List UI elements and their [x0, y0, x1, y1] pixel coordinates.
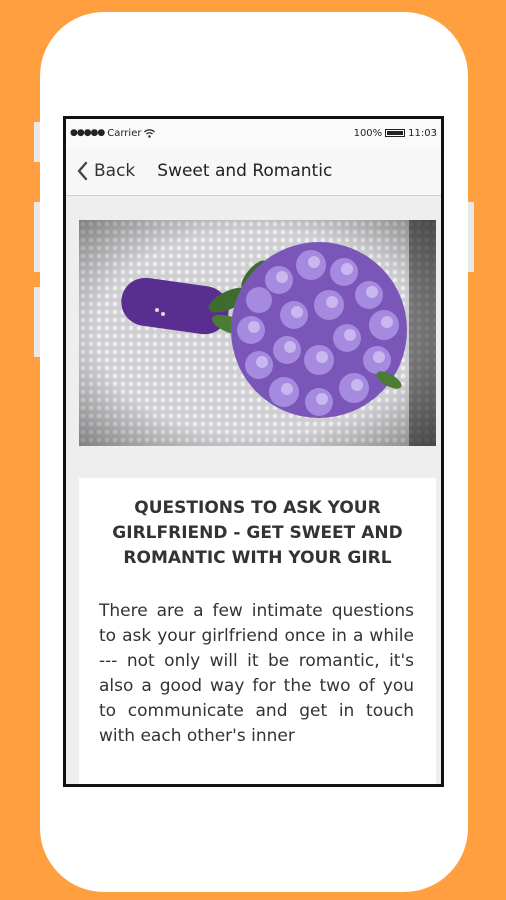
status-bar: ●●●●● Carrier 100% 11:03 [66, 119, 441, 147]
content-area[interactable]: QUESTIONS TO ASK YOUR GIRLFRIEND - GET S… [66, 196, 441, 784]
article-card: QUESTIONS TO ASK YOUR GIRLFRIEND - GET S… [79, 478, 436, 784]
back-button[interactable]: Back [76, 161, 135, 181]
article-title: QUESTIONS TO ASK YOUR GIRLFRIEND - GET S… [112, 498, 403, 568]
back-label: Back [94, 161, 136, 181]
page-title: Sweet and Romantic [157, 161, 333, 181]
article-body: There are a few intimate questions to as… [99, 601, 414, 746]
clock: 11:03 [408, 127, 437, 139]
phone-side-button [34, 202, 40, 272]
phone-screen: ●●●●● Carrier 100% 11:03 Back Sweet and … [63, 116, 444, 787]
phone-side-button [34, 122, 40, 162]
wifi-icon [144, 128, 156, 138]
bouquet-image [79, 220, 436, 446]
phone-side-button [34, 287, 40, 357]
phone-power-button [468, 202, 474, 272]
battery-percent: 100% [353, 127, 383, 139]
signal-dots-icon: ●●●●● [70, 128, 105, 138]
chevron-left-icon [77, 161, 88, 181]
battery-icon [385, 129, 406, 137]
navigation-bar: Back Sweet and Romantic [66, 147, 441, 196]
carrier-label: Carrier [107, 127, 142, 139]
